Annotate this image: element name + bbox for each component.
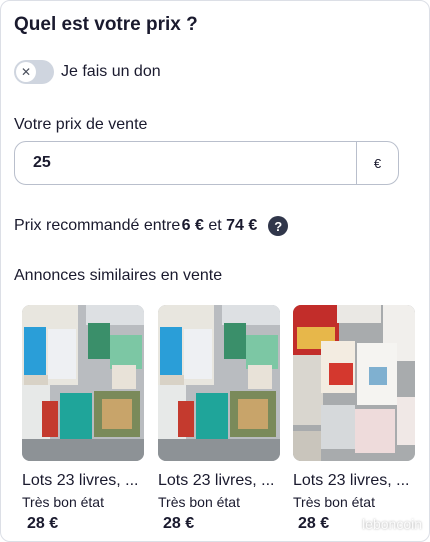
currency-suffix: € bbox=[356, 142, 398, 184]
listing-title[interactable]: Lots 23 livres, ... bbox=[293, 472, 415, 490]
similar-heading: Annonces similaires en vente bbox=[14, 267, 223, 284]
price-label: Votre prix de vente bbox=[14, 116, 148, 133]
listing-thumbnail[interactable] bbox=[293, 305, 415, 461]
recommended-min: 6 € bbox=[181, 217, 204, 234]
listing-condition: Très bon état bbox=[158, 494, 240, 510]
listing-thumbnail[interactable] bbox=[158, 305, 280, 461]
recommended-prefix: Prix recommandé entre bbox=[14, 217, 181, 234]
books-photo bbox=[158, 305, 280, 461]
recommended-middle: et bbox=[203, 217, 227, 234]
help-icon[interactable]: ? bbox=[268, 216, 289, 236]
listing-title[interactable]: Lots 23 livres, ... bbox=[22, 472, 144, 490]
similar-listing-card[interactable]: Lots 23 livres, ... Très bon état 28 € bbox=[22, 305, 144, 533]
listing-condition: Très bon état bbox=[22, 494, 104, 510]
similar-listing-card[interactable]: Lots 23 livres, ... Très bon état 28 € bbox=[293, 305, 415, 533]
close-icon: ✕ bbox=[16, 62, 36, 82]
listing-price: 28 € bbox=[27, 515, 59, 532]
recommended-max: 74 € bbox=[226, 217, 258, 234]
books-photo bbox=[293, 305, 415, 461]
listing-condition: Très bon état bbox=[293, 494, 375, 510]
listing-title[interactable]: Lots 23 livres, ... bbox=[158, 472, 280, 490]
leboncoin-watermark: leboncoin bbox=[362, 516, 422, 532]
listing-thumbnail[interactable] bbox=[22, 305, 144, 461]
books-photo bbox=[22, 305, 144, 461]
similar-listing-card[interactable]: Lots 23 livres, ... Très bon état 28 € bbox=[158, 305, 280, 533]
price-input[interactable] bbox=[15, 142, 356, 184]
donation-label: Je fais un don bbox=[61, 63, 161, 80]
recommended-price: Prix recommandé entre 6 € et 74 € ? bbox=[14, 216, 289, 236]
donation-toggle[interactable]: ✕ bbox=[14, 60, 54, 84]
page-title: Quel est votre prix ? bbox=[14, 14, 198, 35]
listing-price: 28 € bbox=[163, 515, 195, 532]
donation-toggle-row[interactable]: ✕ Je fais un don bbox=[14, 60, 161, 84]
price-field[interactable]: € bbox=[14, 141, 399, 185]
